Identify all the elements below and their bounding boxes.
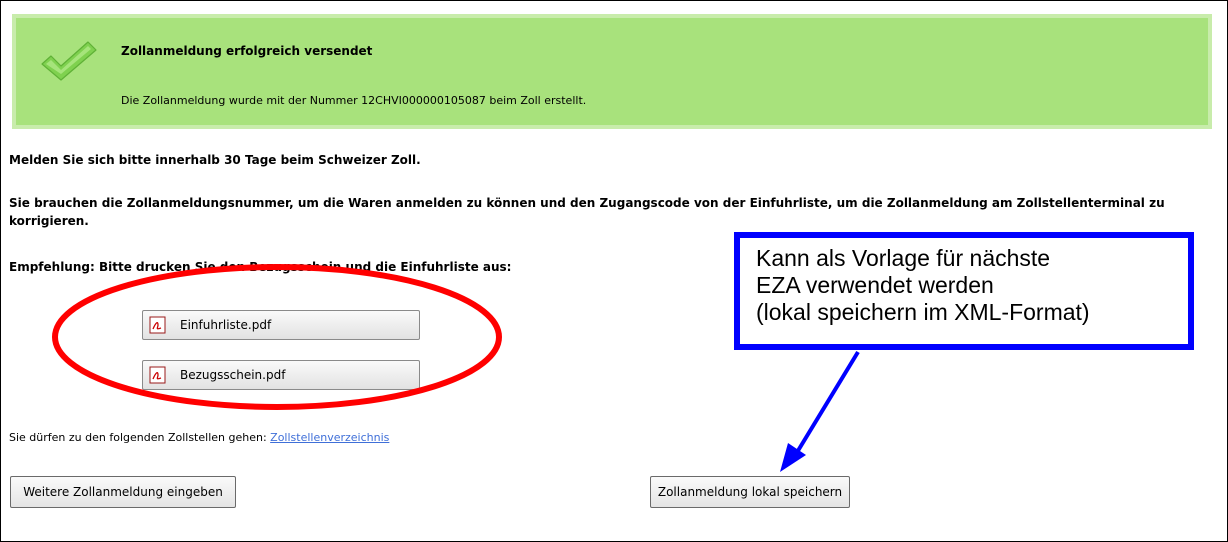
banner-title: Zollanmeldung erfolgreich versendet (121, 44, 373, 58)
success-banner: Zollanmeldung erfolgreich versendet Die … (12, 14, 1212, 129)
einfuhrliste-pdf-button[interactable]: Einfuhrliste.pdf (142, 310, 420, 340)
more-declaration-button[interactable]: Weitere Zollanmeldung eingeben (10, 476, 236, 508)
info-text-line1: Sie brauchen die Zollanmeldungsnummer, u… (9, 196, 1165, 210)
offices-line: Sie dürfen zu den folgenden Zollstellen … (9, 431, 389, 444)
checkmark-icon (41, 41, 97, 81)
pdf-icon (149, 316, 166, 334)
offices-text: Sie dürfen zu den folgenden Zollstellen … (9, 431, 267, 444)
annotation-line3: (lokal speichern im XML-Format) (756, 299, 1090, 325)
pdf-icon (149, 366, 166, 384)
recommendation-text: Empfehlung: Bitte drucken Sie den Bezugs… (9, 260, 512, 274)
annotation-line1: Kann als Vorlage für nächste (756, 245, 1051, 271)
notice-text: Melden Sie sich bitte innerhalb 30 Tage … (9, 153, 421, 167)
annotation-box: Kann als Vorlage für nächste EZA verwend… (734, 232, 1194, 350)
offices-link[interactable]: Zollstellenverzeichnis (270, 431, 389, 444)
bezugsschein-label: Bezugsschein.pdf (180, 368, 286, 382)
bezugsschein-pdf-button[interactable]: Bezugsschein.pdf (142, 360, 420, 390)
info-text-line2: korrigieren. (9, 214, 89, 228)
save-local-button[interactable]: Zollanmeldung lokal speichern (650, 476, 850, 508)
annotation-line2: EZA verwendet werden (756, 272, 994, 298)
einfuhrliste-label: Einfuhrliste.pdf (180, 318, 272, 332)
banner-message: Die Zollanmeldung wurde mit der Nummer 1… (121, 94, 587, 107)
